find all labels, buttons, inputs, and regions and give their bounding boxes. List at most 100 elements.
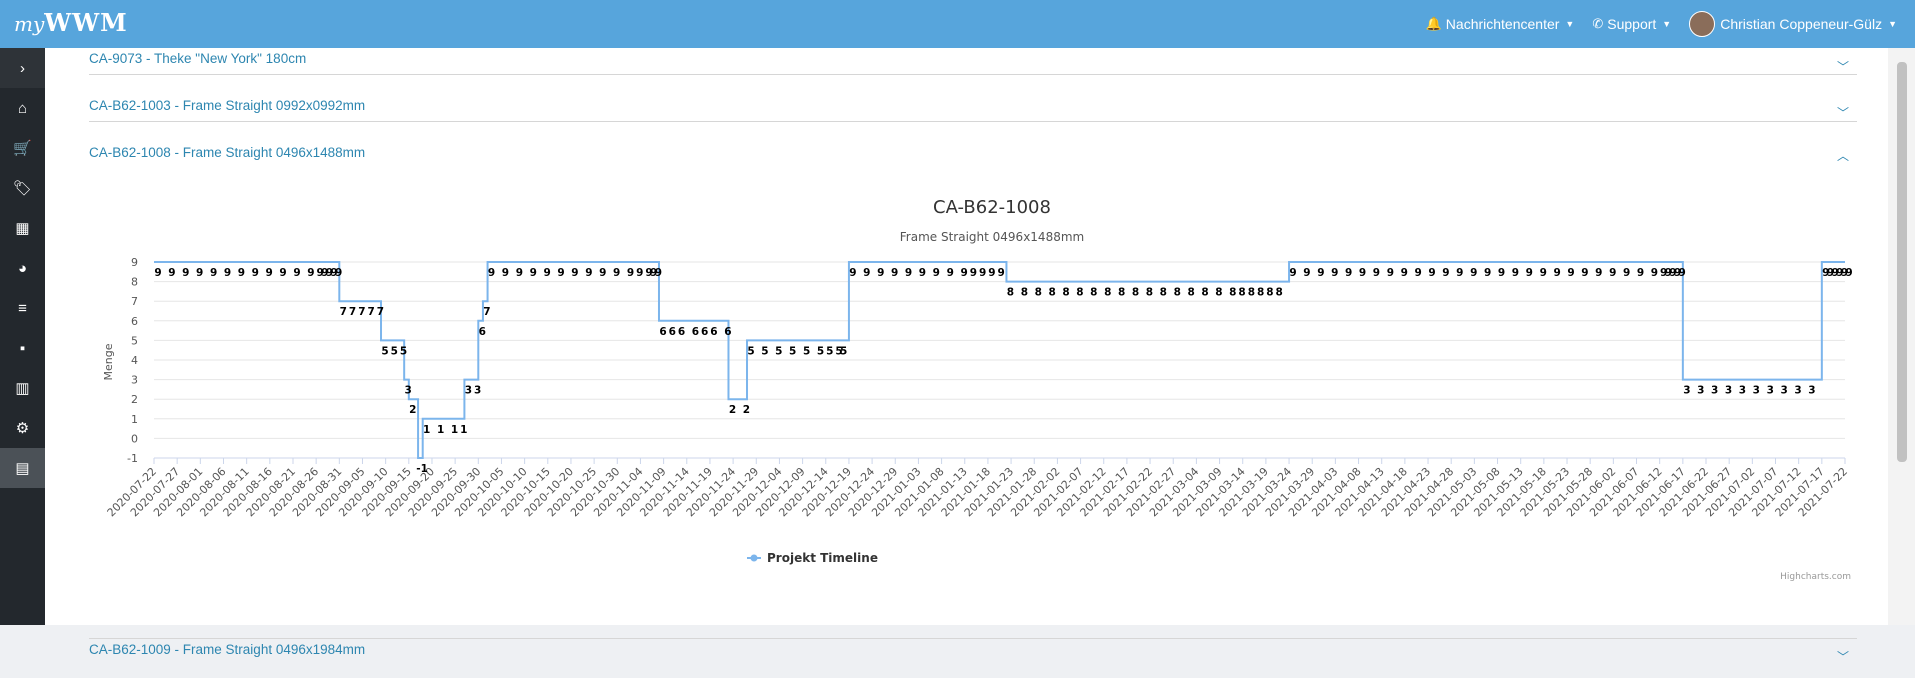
data-label: 2 <box>409 404 416 416</box>
logo-main: WWM <box>44 8 128 37</box>
data-label: 9 <box>1651 267 1658 279</box>
data-label: 9 <box>1303 267 1310 279</box>
data-label: 9 <box>154 267 161 279</box>
chevron-right-icon[interactable]: › <box>0 48 45 88</box>
data-label: 9 <box>530 267 537 279</box>
data-label: 6 <box>724 326 731 338</box>
sidebar: › ⌂ 🛒 🏷 ▦ ◕ ≡ ▪ ▥ ⚙ ▤ <box>0 48 45 625</box>
cubes-icon[interactable]: ▪ <box>0 328 45 368</box>
data-label: 9 <box>210 267 217 279</box>
data-label: 7 <box>367 306 374 318</box>
data-label: 9 <box>1401 267 1408 279</box>
data-label: 9 <box>905 267 912 279</box>
list-icon[interactable]: ≡ <box>0 288 45 328</box>
data-label: 9 <box>849 267 856 279</box>
notifications-label: Nachrichtencenter <box>1445 16 1560 32</box>
data-label: 9 <box>891 267 898 279</box>
support-menu[interactable]: ✆ Support ▼ <box>1592 16 1671 32</box>
data-label: 9 <box>988 267 995 279</box>
data-label: 9 <box>947 267 954 279</box>
data-label: 9 <box>1498 267 1505 279</box>
data-label: 8 <box>1215 287 1222 299</box>
calendar-icon[interactable]: ▦ <box>0 208 45 248</box>
data-label: 9 <box>1845 267 1852 279</box>
x-axis-ticks: 2020-07-222020-07-272020-08-012020-08-06… <box>105 458 1850 519</box>
data-label: 9 <box>970 267 977 279</box>
legend-label[interactable]: Projekt Timeline <box>767 551 878 565</box>
data-label: 8 <box>1076 287 1083 299</box>
pie-chart-icon[interactable]: ◕ <box>0 248 45 288</box>
data-label: 3 <box>1767 385 1774 397</box>
data-label: 8 <box>1132 287 1139 299</box>
data-label: 6 <box>669 326 676 338</box>
data-label: 9 <box>571 267 578 279</box>
navbar-right: 🔔 Nachrichtencenter ▼ ✆ Support ▼ Christ… <box>1426 0 1915 48</box>
data-label: 9 <box>252 267 259 279</box>
caret-down-icon: ▼ <box>1565 19 1575 29</box>
avatar <box>1689 11 1716 37</box>
data-label: 9 <box>979 267 986 279</box>
data-label: 9 <box>279 267 286 279</box>
data-label: 8 <box>1201 287 1208 299</box>
data-label: 9 <box>266 267 273 279</box>
data-label: 9 <box>1345 267 1352 279</box>
data-label: 7 <box>483 306 490 318</box>
data-label: 8 <box>1007 287 1014 299</box>
accordion-title[interactable]: CA-B62-1009 - Frame Straight 0496x1984mm <box>89 642 365 657</box>
data-label: 5 <box>747 345 754 357</box>
data-label: 9 <box>1637 267 1644 279</box>
data-label: 9 <box>998 267 1005 279</box>
data-label: 9 <box>1581 267 1588 279</box>
scrollbar[interactable] <box>1888 48 1915 625</box>
top-navbar: myWWM 🔔 Nachrichtencenter ▼ ✆ Support ▼ … <box>0 0 1915 48</box>
data-label: 9 <box>502 267 509 279</box>
app-logo[interactable]: myWWM <box>14 8 128 37</box>
data-label: 3 <box>1711 385 1718 397</box>
accordion-item-ca-b62-1009[interactable]: CA-B62-1009 - Frame Straight 0496x1984mm… <box>89 638 1857 678</box>
cart-icon[interactable]: 🛒 <box>0 128 45 168</box>
data-label: 3 <box>1808 385 1815 397</box>
data-label: 9 <box>168 267 175 279</box>
data-label: 9 <box>1679 267 1686 279</box>
legend[interactable]: Projekt Timeline <box>747 551 878 565</box>
y-tick-label: -1 <box>127 452 138 465</box>
data-label: 7 <box>349 306 356 318</box>
data-label: 9 <box>557 267 564 279</box>
y-tick-label: 0 <box>131 432 138 445</box>
data-label: 9 <box>1484 267 1491 279</box>
gear-icon[interactable]: ⚙ <box>0 408 45 448</box>
data-label: 9 <box>1512 267 1519 279</box>
data-label: 3 <box>1697 385 1704 397</box>
data-label: 9 <box>1623 267 1630 279</box>
data-label: 8 <box>1062 287 1069 299</box>
data-label: 5 <box>826 345 833 357</box>
home-icon[interactable]: ⌂ <box>0 88 45 128</box>
data-label: 9 <box>335 267 342 279</box>
data-label: 8 <box>1160 287 1167 299</box>
timeline-chart: CA-B62-1008 Frame Straight 0496x1488mm M… <box>102 197 1853 582</box>
data-label: 9 <box>877 267 884 279</box>
data-label: 8 <box>1021 287 1028 299</box>
caret-down-icon: ▼ <box>1662 19 1672 29</box>
data-label: 5 <box>803 345 810 357</box>
data-label: 6 <box>701 326 708 338</box>
data-label: 9 <box>1289 267 1296 279</box>
data-label: 5 <box>381 345 388 357</box>
user-menu[interactable]: Christian Coppeneur-Gülz ▼ <box>1689 11 1897 37</box>
data-label: 8 <box>1248 287 1255 299</box>
bar-chart-icon[interactable]: ▥ <box>0 368 45 408</box>
notifications-menu[interactable]: 🔔 Nachrichtencenter ▼ <box>1426 16 1575 32</box>
chevron-down-icon[interactable]: ﹀ <box>1837 648 1849 665</box>
data-label: 8 <box>1257 287 1264 299</box>
data-label: 2 <box>729 404 736 416</box>
chart-credits[interactable]: Highcharts.com <box>1780 572 1851 582</box>
tags-icon[interactable]: 🏷 <box>0 168 45 208</box>
data-label: 9 <box>636 267 643 279</box>
y-axis-ticks: -1 0 1 2 3 4 5 6 7 8 9 <box>127 256 138 465</box>
y-tick-label: 4 <box>131 354 138 367</box>
data-label: 9 <box>1595 267 1602 279</box>
data-label: 3 <box>405 385 412 397</box>
data-label: 5 <box>817 345 824 357</box>
scrollbar-thumb[interactable] <box>1897 62 1907 462</box>
document-icon[interactable]: ▤ <box>0 448 45 488</box>
